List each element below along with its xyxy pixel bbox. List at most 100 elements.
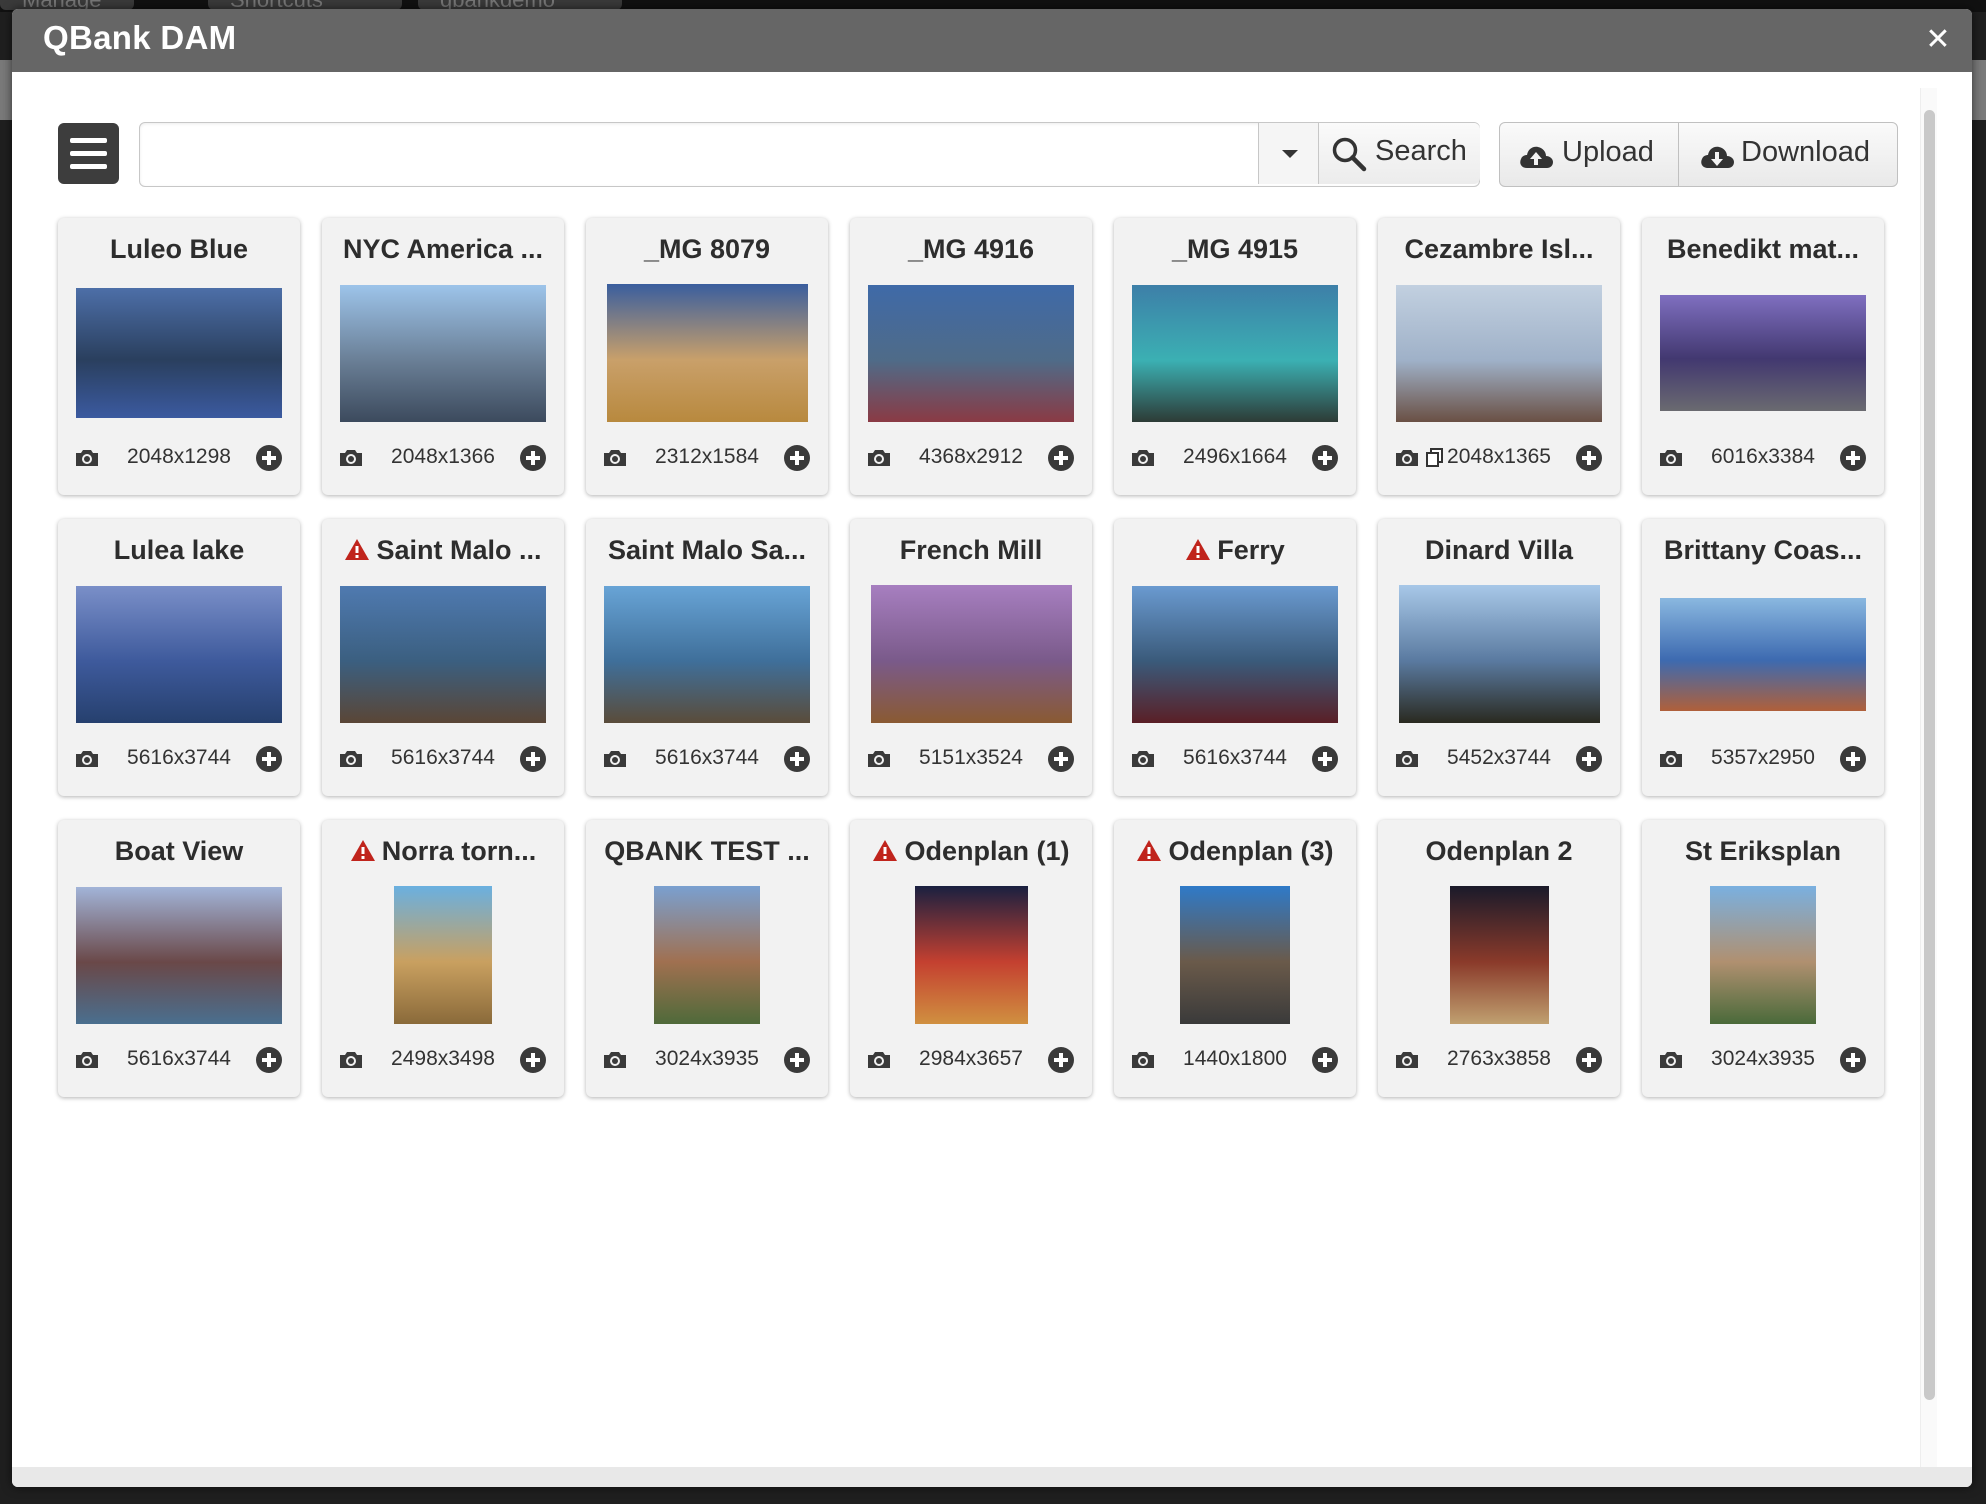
asset-thumbnail[interactable] bbox=[606, 284, 808, 422]
asset-card[interactable]: French Mill 5151x3524 bbox=[850, 519, 1092, 796]
asset-thumbnail[interactable] bbox=[1132, 284, 1338, 422]
camera-icon[interactable] bbox=[602, 749, 628, 769]
asset-thumbnail-frame bbox=[1660, 585, 1866, 723]
camera-icon[interactable] bbox=[338, 448, 364, 468]
plus-circle-icon[interactable] bbox=[1048, 445, 1074, 471]
camera-icon[interactable] bbox=[1658, 1050, 1684, 1070]
asset-card[interactable]: Odenplan 2 2763x3858 bbox=[1378, 820, 1620, 1097]
plus-circle-icon[interactable] bbox=[1576, 746, 1602, 772]
plus-circle-icon[interactable] bbox=[784, 746, 810, 772]
camera-icon[interactable] bbox=[1130, 1050, 1156, 1070]
plus-circle-icon[interactable] bbox=[520, 1047, 546, 1073]
camera-icon[interactable] bbox=[338, 1050, 364, 1070]
asset-card[interactable]: Saint Malo ... 5616x3744 bbox=[322, 519, 564, 796]
scrollbar-thumb[interactable] bbox=[1924, 110, 1935, 1400]
asset-dimensions: 5616x3744 bbox=[1183, 746, 1287, 769]
asset-thumbnail[interactable] bbox=[76, 288, 282, 418]
plus-circle-icon[interactable] bbox=[1312, 445, 1338, 471]
asset-thumbnail[interactable] bbox=[604, 585, 810, 723]
plus-circle-icon[interactable] bbox=[1312, 1047, 1338, 1073]
asset-card[interactable]: Brittany Coas... 5357x2950 bbox=[1642, 519, 1884, 796]
camera-icon[interactable] bbox=[1394, 1050, 1420, 1070]
plus-circle-icon[interactable] bbox=[784, 445, 810, 471]
camera-icon[interactable] bbox=[1394, 749, 1420, 769]
camera-icon[interactable] bbox=[74, 448, 100, 468]
asset-thumbnail[interactable] bbox=[1180, 886, 1290, 1024]
asset-card[interactable]: Dinard Villa 5452x3744 bbox=[1378, 519, 1620, 796]
asset-thumbnail[interactable] bbox=[1449, 886, 1549, 1024]
plus-circle-icon[interactable] bbox=[1840, 746, 1866, 772]
search-options-dropdown[interactable] bbox=[1258, 123, 1319, 184]
camera-icon[interactable] bbox=[338, 749, 364, 769]
asset-card[interactable]: Cezambre Isl... 2048x1365 bbox=[1378, 218, 1620, 495]
asset-card[interactable]: Odenplan (1) 2984x3657 bbox=[850, 820, 1092, 1097]
asset-card[interactable]: NYC America ... 2048x1366 bbox=[322, 218, 564, 495]
asset-card[interactable]: _MG 8079 2312x1584 bbox=[586, 218, 828, 495]
plus-circle-icon[interactable] bbox=[256, 445, 282, 471]
plus-circle-icon[interactable] bbox=[1576, 445, 1602, 471]
asset-card[interactable]: Benedikt mat... 6016x3384 bbox=[1642, 218, 1884, 495]
search-button[interactable]: Search bbox=[1318, 123, 1480, 184]
asset-title-text: Ferry bbox=[1217, 535, 1285, 565]
camera-icon[interactable] bbox=[602, 448, 628, 468]
camera-icon[interactable] bbox=[602, 1050, 628, 1070]
asset-thumbnail[interactable] bbox=[340, 284, 546, 422]
asset-thumbnail[interactable] bbox=[870, 585, 1072, 723]
camera-icon[interactable] bbox=[1658, 448, 1684, 468]
asset-title-text: Dinard Villa bbox=[1424, 535, 1574, 565]
asset-thumbnail[interactable] bbox=[394, 886, 492, 1024]
camera-icon[interactable] bbox=[1130, 448, 1156, 468]
asset-card[interactable]: QBANK TEST ... 3024x3935 bbox=[586, 820, 828, 1097]
background-sidebar-left bbox=[0, 60, 12, 120]
asset-thumbnail[interactable] bbox=[76, 585, 282, 723]
asset-card[interactable]: Lulea lake 5616x3744 bbox=[58, 519, 300, 796]
camera-icon[interactable] bbox=[74, 1050, 100, 1070]
asset-thumbnail[interactable] bbox=[1132, 585, 1338, 723]
asset-card[interactable]: Ferry 5616x3744 bbox=[1114, 519, 1356, 796]
download-button[interactable]: Download bbox=[1679, 123, 1897, 186]
asset-card[interactable]: Saint Malo Sa... 5616x3744 bbox=[586, 519, 828, 796]
camera-icon[interactable] bbox=[1658, 749, 1684, 769]
asset-thumbnail[interactable] bbox=[1660, 295, 1866, 411]
plus-circle-icon[interactable] bbox=[520, 445, 546, 471]
asset-card[interactable]: _MG 4915 2496x1664 bbox=[1114, 218, 1356, 495]
asset-thumbnail[interactable] bbox=[654, 886, 760, 1024]
asset-card[interactable]: _MG 4916 4368x2912 bbox=[850, 218, 1092, 495]
asset-card[interactable]: Norra torn... 2498x3498 bbox=[322, 820, 564, 1097]
asset-thumbnail[interactable] bbox=[76, 886, 282, 1024]
asset-thumbnail[interactable] bbox=[340, 585, 546, 723]
camera-icon[interactable] bbox=[866, 1050, 892, 1070]
asset-card[interactable]: St Eriksplan 3024x3935 bbox=[1642, 820, 1884, 1097]
close-icon[interactable]: ✕ bbox=[1922, 25, 1954, 57]
plus-circle-icon[interactable] bbox=[1048, 1047, 1074, 1073]
plus-circle-icon[interactable] bbox=[1840, 1047, 1866, 1073]
camera-icon[interactable] bbox=[866, 749, 892, 769]
hamburger-menu-button[interactable] bbox=[58, 123, 119, 184]
plus-circle-icon[interactable] bbox=[1840, 445, 1866, 471]
search-input[interactable] bbox=[140, 123, 1258, 184]
asset-thumbnail[interactable] bbox=[1396, 284, 1602, 422]
camera-icon[interactable] bbox=[74, 749, 100, 769]
asset-title-text: Saint Malo Sa... bbox=[607, 535, 807, 565]
plus-circle-icon[interactable] bbox=[1048, 746, 1074, 772]
plus-circle-icon[interactable] bbox=[256, 1047, 282, 1073]
asset-title-text: Odenplan (3) bbox=[1168, 836, 1334, 866]
plus-circle-icon[interactable] bbox=[1576, 1047, 1602, 1073]
asset-thumbnail[interactable] bbox=[868, 284, 1074, 422]
scrollbar[interactable] bbox=[1920, 88, 1937, 1468]
plus-circle-icon[interactable] bbox=[520, 746, 546, 772]
asset-card[interactable]: Boat View 5616x3744 bbox=[58, 820, 300, 1097]
asset-thumbnail[interactable] bbox=[914, 886, 1028, 1024]
camera-icon[interactable] bbox=[1394, 448, 1420, 468]
plus-circle-icon[interactable] bbox=[784, 1047, 810, 1073]
plus-circle-icon[interactable] bbox=[1312, 746, 1338, 772]
asset-thumbnail[interactable] bbox=[1710, 886, 1816, 1024]
asset-card[interactable]: Odenplan (3) 1440x1800 bbox=[1114, 820, 1356, 1097]
asset-card[interactable]: Luleo Blue 2048x1298 bbox=[58, 218, 300, 495]
camera-icon[interactable] bbox=[866, 448, 892, 468]
asset-thumbnail[interactable] bbox=[1398, 585, 1600, 723]
plus-circle-icon[interactable] bbox=[256, 746, 282, 772]
asset-thumbnail[interactable] bbox=[1660, 597, 1866, 711]
upload-button[interactable]: Upload bbox=[1500, 123, 1679, 186]
camera-icon[interactable] bbox=[1130, 749, 1156, 769]
